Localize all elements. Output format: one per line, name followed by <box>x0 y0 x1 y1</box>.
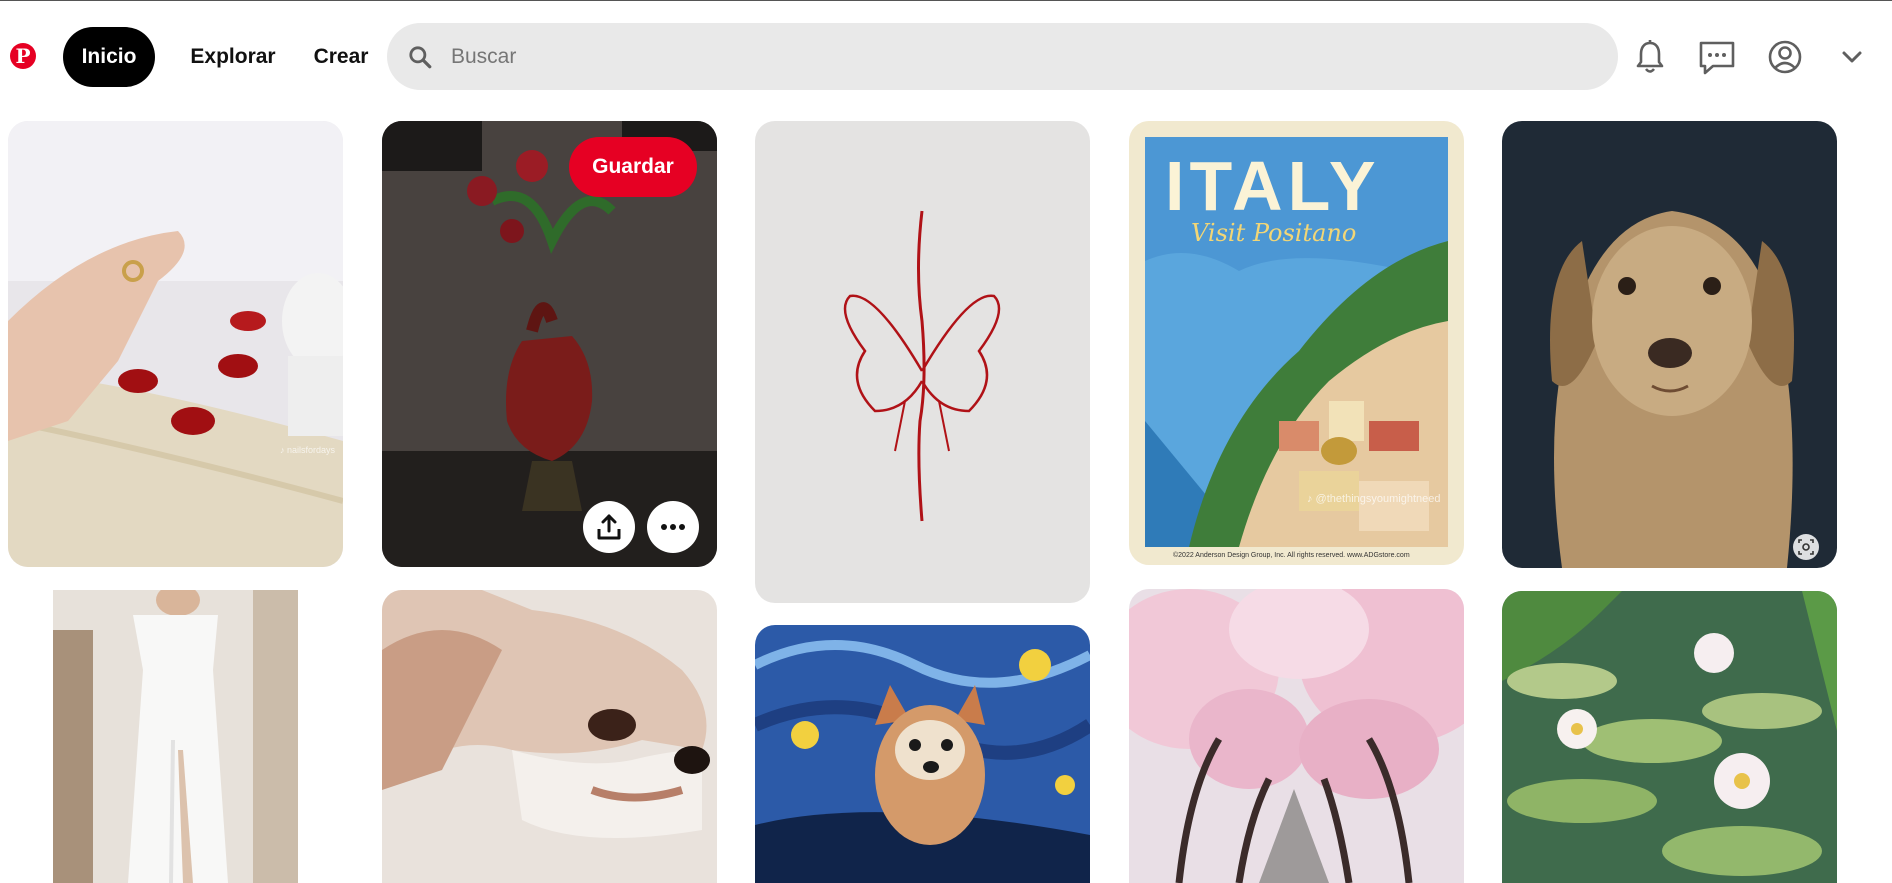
pin-italy-poster[interactable]: ITALY Visit Positano ♪ @thethingsyoumigh… <box>1129 121 1464 565</box>
messages-icon[interactable] <box>1695 35 1739 79</box>
pin-cherry-blossoms[interactable] <box>1129 589 1464 883</box>
pin-image <box>53 590 298 883</box>
profile-icon[interactable] <box>1763 35 1807 79</box>
more-options-button[interactable] <box>647 501 699 553</box>
search-input[interactable] <box>451 33 1591 80</box>
pin-chihuahua-illustration[interactable] <box>382 590 717 883</box>
poster-title: ITALY <box>1165 147 1381 225</box>
pin-watermark: ♪ nailsfordays <box>279 445 335 455</box>
pin-water-lilies[interactable] <box>1502 591 1837 883</box>
pin-watermark: ♪ @thethingsyoumightneed <box>1307 493 1441 505</box>
pin-image <box>755 121 1090 603</box>
pin-butterfly-tattoo[interactable] <box>755 121 1090 603</box>
save-button[interactable]: Guardar <box>569 137 697 197</box>
pin-nails[interactable]: ♪ nailsfordays <box>8 121 343 567</box>
more-icon <box>661 524 685 530</box>
pin-image <box>1129 589 1464 883</box>
pin-white-dress[interactable] <box>53 590 298 883</box>
top-navigation-bar: P Inicio Explorar Crear <box>0 1 1892 111</box>
poster-subtitle: Visit Positano <box>1191 219 1357 247</box>
pin-image <box>1502 591 1837 883</box>
pin-image <box>755 625 1090 883</box>
nav-create-link[interactable]: Crear <box>303 27 379 87</box>
search-icon <box>409 46 432 69</box>
bell-icon[interactable] <box>1628 35 1672 79</box>
share-button[interactable] <box>583 501 635 553</box>
search-bar[interactable] <box>387 23 1618 90</box>
share-icon <box>597 514 621 540</box>
pin-image <box>8 121 343 567</box>
pin-heart-vase[interactable]: Guardar <box>382 121 717 567</box>
poster-credit: ©2022 Anderson Design Group, Inc. All ri… <box>1173 552 1410 559</box>
nav-explore-link[interactable]: Explorar <box>178 27 288 87</box>
visual-search-icon[interactable] <box>1793 534 1819 560</box>
pin-starry-night-chihuahua[interactable] <box>755 625 1090 883</box>
account-menu-chevron-down-icon[interactable] <box>1830 35 1874 79</box>
pin-golden-retriever-painting[interactable] <box>1502 121 1837 568</box>
nav-home-button[interactable]: Inicio <box>63 27 155 87</box>
pin-image <box>1502 121 1837 568</box>
pinterest-logo-icon[interactable]: P <box>10 43 36 69</box>
pin-image <box>382 590 717 883</box>
